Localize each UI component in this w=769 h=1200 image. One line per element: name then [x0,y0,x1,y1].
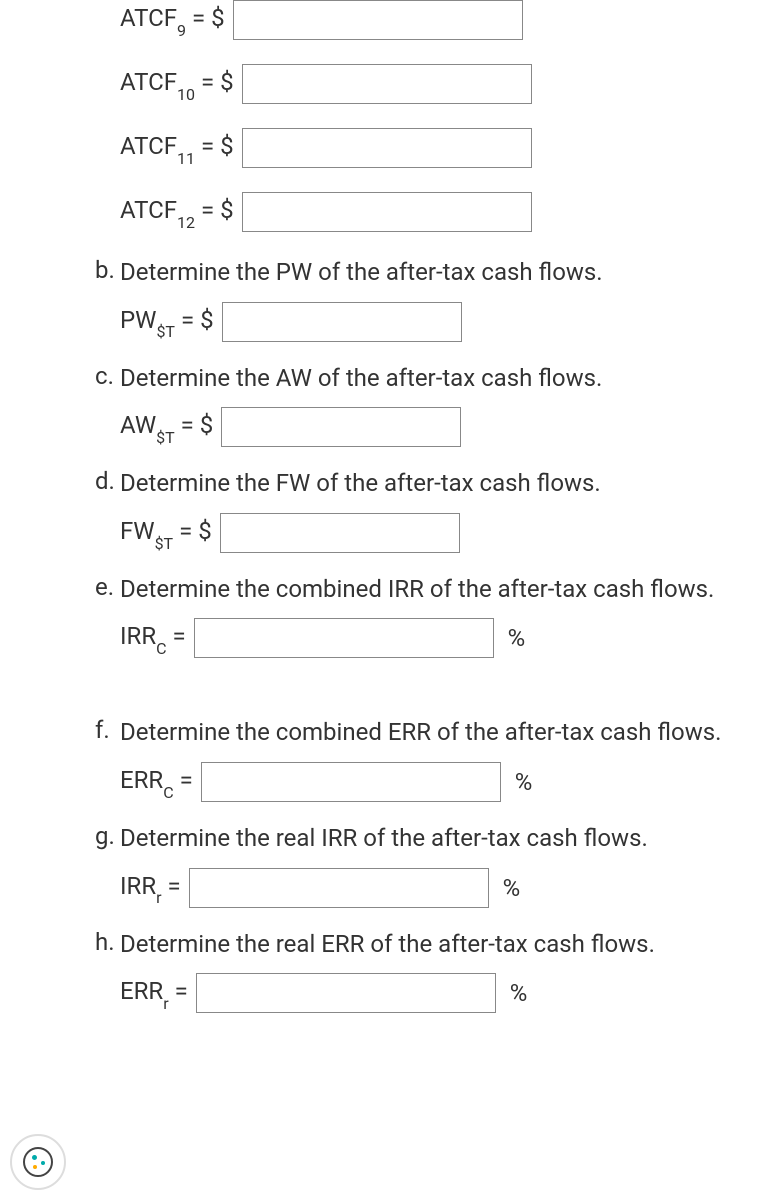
question-b-text: Determine the PW of the after-tax cash f… [120,256,603,290]
question-c-text: Determine the AW of the after-tax cash f… [120,362,602,396]
question-g-marker: g. [95,822,120,850]
cookie-icon[interactable] [10,1134,66,1190]
aw-input[interactable] [221,407,461,447]
question-e-marker: e. [95,573,120,601]
question-f-text: Determine the combined ERR of the after-… [120,716,722,750]
question-b-marker: b. [95,256,120,284]
irrc-input[interactable] [194,618,494,658]
aw-label: AW$T = $ [120,411,213,443]
atcf9-label: ATCF9 = $ [120,4,225,36]
irrr-label: IRRr = [120,872,181,904]
errc-unit: % [515,768,533,796]
errc-input[interactable] [201,762,501,802]
irrr-unit: % [503,874,521,902]
irrc-unit: % [508,624,526,652]
pw-label: PW$T = $ [120,306,214,338]
question-h-marker: h. [95,928,120,956]
atcf9-input[interactable] [233,0,523,40]
errr-input[interactable] [196,973,496,1013]
question-c-marker: c. [95,362,120,390]
errr-label: ERRr = [120,977,188,1009]
fw-label: FW$T = $ [120,517,212,549]
question-d-text: Determine the FW of the after-tax cash f… [120,467,601,501]
atcf10-input[interactable] [242,64,532,104]
question-f-marker: f. [95,716,120,744]
pw-input[interactable] [222,302,462,342]
atcf12-input[interactable] [242,192,532,232]
errr-unit: % [510,979,528,1007]
irrc-label: IRRC = [120,622,186,654]
atcf12-label: ATCF12 = $ [120,196,234,228]
fw-input[interactable] [220,513,460,553]
irrr-input[interactable] [189,868,489,908]
atcf11-label: ATCF11 = $ [120,132,234,164]
errc-label: ERRC = [120,766,193,798]
atcf10-label: ATCF10 = $ [120,68,234,100]
atcf11-input[interactable] [242,128,532,168]
question-g-text: Determine the real IRR of the after-tax … [120,822,648,856]
question-h-text: Determine the real ERR of the after-tax … [120,928,655,962]
question-d-marker: d. [95,467,120,495]
question-e-text: Determine the combined IRR of the after-… [120,573,714,607]
